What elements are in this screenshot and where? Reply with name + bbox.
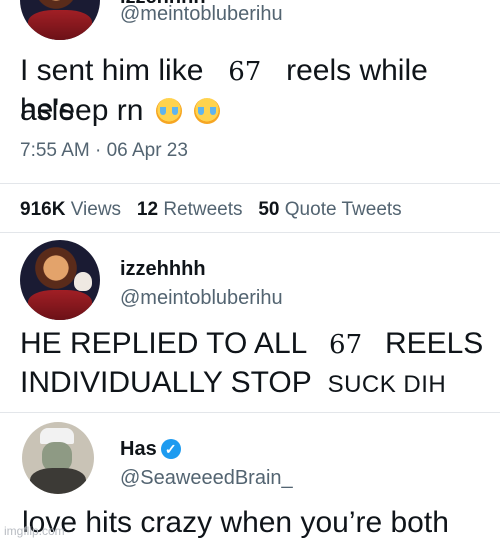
reply-text-end: REELS — [384, 327, 484, 360]
tweet-timestamp[interactable]: 7:55 AM · 06 Apr 23 — [20, 140, 188, 162]
display-name[interactable]: Has — [120, 438, 157, 460]
views-count: 916K — [20, 199, 66, 220]
divider — [0, 412, 500, 413]
quotes-count[interactable]: 50 — [258, 199, 279, 220]
display-name[interactable]: izzehhhh — [120, 258, 206, 281]
tweet-text-asleep: asleep rn — [20, 94, 144, 127]
display-name-row: Has ✓ — [120, 438, 181, 461]
verified-badge-icon: ✓ — [160, 439, 181, 459]
overlay-number: 67 — [329, 330, 363, 360]
tweet-stats: 916K Views 12 Retweets 50 Quote Tweets — [20, 199, 402, 221]
retweets-label[interactable]: Retweets — [163, 199, 242, 220]
tweet-text-line2: asleep rn — [20, 92, 221, 130]
avatar[interactable] — [20, 240, 100, 320]
reply-text-line1: HE REPLIED TO ALL 67 REELS — [20, 325, 490, 364]
tweet-text-start: I sent him like — [20, 54, 204, 87]
crying-face-icon — [155, 98, 182, 124]
reply-text-line2: INDIVIDUALLY STOP SUCK DIH — [20, 364, 446, 404]
avatar[interactable] — [22, 422, 94, 494]
watermark: imgflip.com — [4, 524, 65, 538]
reply-text-start: HE REPLIED TO ALL — [20, 327, 307, 360]
crying-face-icon — [194, 98, 221, 124]
retweets-count[interactable]: 12 — [137, 199, 158, 220]
reply-text-stop: INDIVIDUALLY STOP — [20, 366, 312, 399]
overlay-number: 67 — [228, 57, 262, 87]
divider — [0, 183, 500, 184]
overlay-text: SUCK DIH — [327, 371, 447, 398]
quotes-label[interactable]: Quote Tweets — [285, 199, 402, 220]
handle[interactable]: @SeaweeedBrain_ — [120, 467, 293, 490]
handle[interactable]: @meintobluberihu — [120, 287, 283, 310]
avatar[interactable] — [20, 0, 100, 40]
reply-text: love hits crazy when you’re both — [22, 506, 449, 539]
views-label: Views — [70, 199, 122, 220]
divider — [0, 232, 500, 233]
handle[interactable]: @meintobluberihu — [120, 3, 283, 26]
